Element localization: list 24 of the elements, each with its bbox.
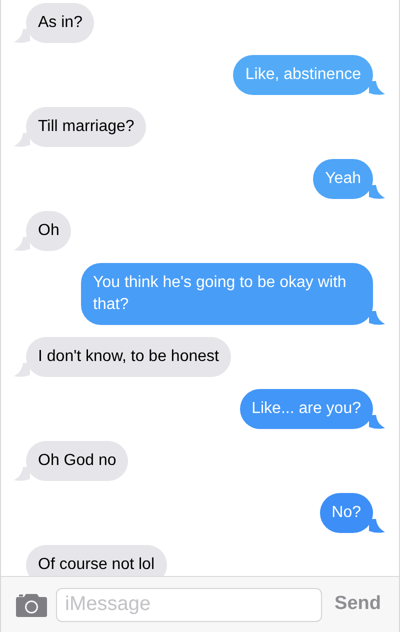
received-message: Till marriage? xyxy=(26,107,146,147)
bubble-tail-icon xyxy=(369,185,385,199)
bubble-tail-icon xyxy=(14,133,30,147)
received-message: Oh xyxy=(26,211,72,251)
received-message: As in? xyxy=(26,3,94,43)
bubble-tail-icon xyxy=(369,81,385,95)
bubble-tail-icon xyxy=(14,29,30,43)
bubble-tail-icon xyxy=(369,519,385,533)
message-field[interactable]: iMessage xyxy=(56,588,322,622)
camera-icon[interactable] xyxy=(16,592,47,616)
sent-message: Yeah xyxy=(313,159,373,199)
send-button[interactable]: Send xyxy=(330,590,385,619)
received-message: Of course not lol xyxy=(26,545,166,576)
bubble-tail-icon xyxy=(14,237,30,251)
bubble-tail-icon xyxy=(14,363,30,377)
sent-message: Like, abstinence xyxy=(233,55,373,95)
bubble-tail-icon xyxy=(369,415,385,429)
sent-message: You think he's going to be okay with that? xyxy=(81,263,373,325)
bubble-tail-icon xyxy=(369,311,385,325)
sent-message: Like... are you? xyxy=(240,389,373,429)
received-message: I don't know, to be honest xyxy=(26,337,231,377)
sent-message: No? xyxy=(320,493,373,533)
bubble-tail-icon xyxy=(14,467,30,481)
received-message: Oh God no xyxy=(26,441,128,481)
